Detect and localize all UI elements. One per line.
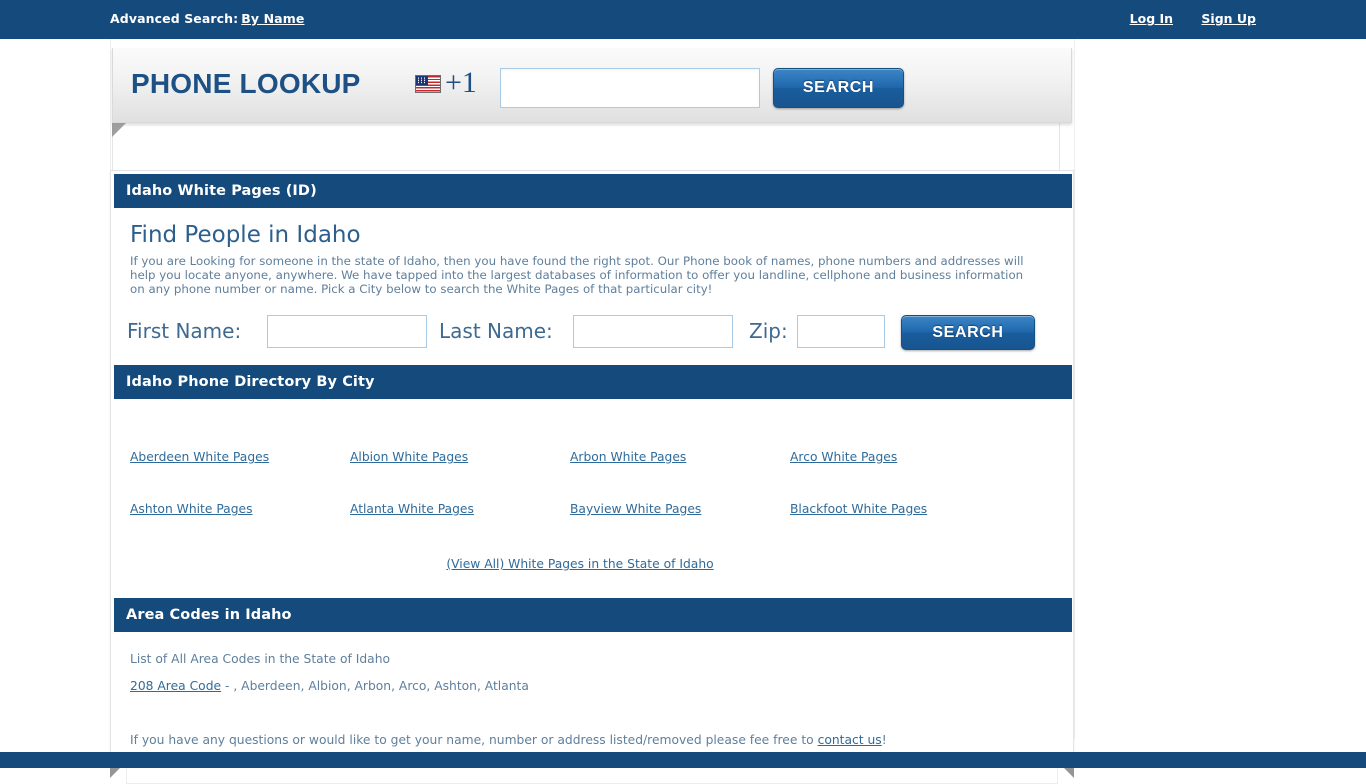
page-canvas: PHONE LOOKUP +1 SEARCH Idaho White Pages… — [0, 39, 1366, 784]
top-bar-inner: Advanced Search: By Name Log In Sign Up — [90, 0, 1276, 39]
first-name-label: First Name: — [127, 319, 242, 343]
advanced-search-by-name-link[interactable]: By Name — [241, 11, 304, 26]
city-white-pages-link[interactable]: Aberdeen White Pages — [130, 450, 350, 464]
area-codes-header: Area Codes in Idaho — [114, 598, 1072, 632]
city-white-pages-link[interactable]: Albion White Pages — [350, 450, 570, 464]
area-code-208-link[interactable]: 208 Area Code — [130, 679, 221, 693]
first-name-input[interactable] — [267, 315, 427, 348]
contact-notice-prefix: If you have any questions or would like … — [130, 733, 818, 747]
log-in-link[interactable]: Log In — [1130, 11, 1173, 26]
advanced-search-label: Advanced Search: — [110, 11, 239, 26]
banner-backing-sheet — [112, 123, 1060, 172]
flag-canton — [416, 76, 428, 85]
right-rail-divider — [1074, 39, 1075, 739]
contact-notice-suffix: ! — [881, 733, 887, 747]
banner-fold-corner — [112, 123, 126, 137]
area-codes-intro: List of All Area Codes in the State of I… — [130, 652, 391, 666]
city-links-grid: Aberdeen White Pages Albion White Pages Ar… — [127, 399, 1073, 516]
name-search-form: First Name: Last Name: Zip: SEARCH — [127, 309, 1073, 355]
us-flag-icon — [415, 75, 441, 93]
area-code-cities-list: - , Aberdeen, Albion, Arbon, Arco, Ashto… — [221, 679, 529, 693]
city-white-pages-link[interactable]: Bayview White Pages — [570, 502, 790, 516]
view-all-white-pages-link[interactable]: (View All) White Pages in the State of I… — [446, 557, 713, 571]
contact-us-link[interactable]: contact us — [818, 733, 882, 747]
phone-lookup-banner: PHONE LOOKUP +1 SEARCH — [112, 48, 1072, 123]
zip-label: Zip: — [749, 319, 788, 343]
contact-notice: If you have any questions or would like … — [127, 706, 1073, 747]
area-codes-body: List of All Area Codes in the State of I… — [127, 632, 1073, 693]
page-title: Find People in Idaho — [130, 222, 361, 248]
country-code-label: +1 — [445, 66, 477, 99]
city-white-pages-link[interactable]: Atlanta White Pages — [350, 502, 570, 516]
sign-up-link[interactable]: Sign Up — [1201, 11, 1256, 26]
intro-paragraph: If you are Looking for someone in the st… — [130, 254, 1024, 296]
city-white-pages-link[interactable]: Ashton White Pages — [130, 502, 350, 516]
area-code-entry: 208 Area Code - , Aberdeen, Albion, Arbo… — [130, 679, 1073, 693]
city-white-pages-link[interactable]: Blackfoot White Pages — [790, 502, 1010, 516]
city-white-pages-link[interactable]: Arbon White Pages — [570, 450, 790, 464]
state-header: Idaho White Pages (ID) — [114, 174, 1072, 208]
phone-number-input[interactable] — [500, 68, 760, 108]
page-wrapper: PHONE LOOKUP +1 SEARCH Idaho White Pages… — [90, 39, 1276, 784]
name-search-button[interactable]: SEARCH — [901, 315, 1035, 350]
top-utility-bar: Advanced Search: By Name Log In Sign Up — [0, 0, 1366, 39]
account-links-group: Log In Sign Up — [1106, 11, 1256, 26]
footer-bar — [0, 752, 1366, 768]
main-content-card: Idaho White Pages (ID) Find People in Id… — [110, 170, 1074, 762]
view-all-row: (View All) White Pages in the State of I… — [87, 516, 1073, 572]
zip-input[interactable] — [797, 315, 885, 348]
phone-lookup-search-button[interactable]: SEARCH — [773, 68, 904, 108]
last-name-label: Last Name: — [439, 319, 553, 343]
last-name-input[interactable] — [573, 315, 733, 348]
advanced-search-group: Advanced Search: By Name — [110, 11, 304, 26]
directory-by-city-header: Idaho Phone Directory By City — [114, 365, 1072, 399]
phone-lookup-title: PHONE LOOKUP — [131, 68, 361, 99]
city-white-pages-link[interactable]: Arco White Pages — [790, 450, 1010, 464]
